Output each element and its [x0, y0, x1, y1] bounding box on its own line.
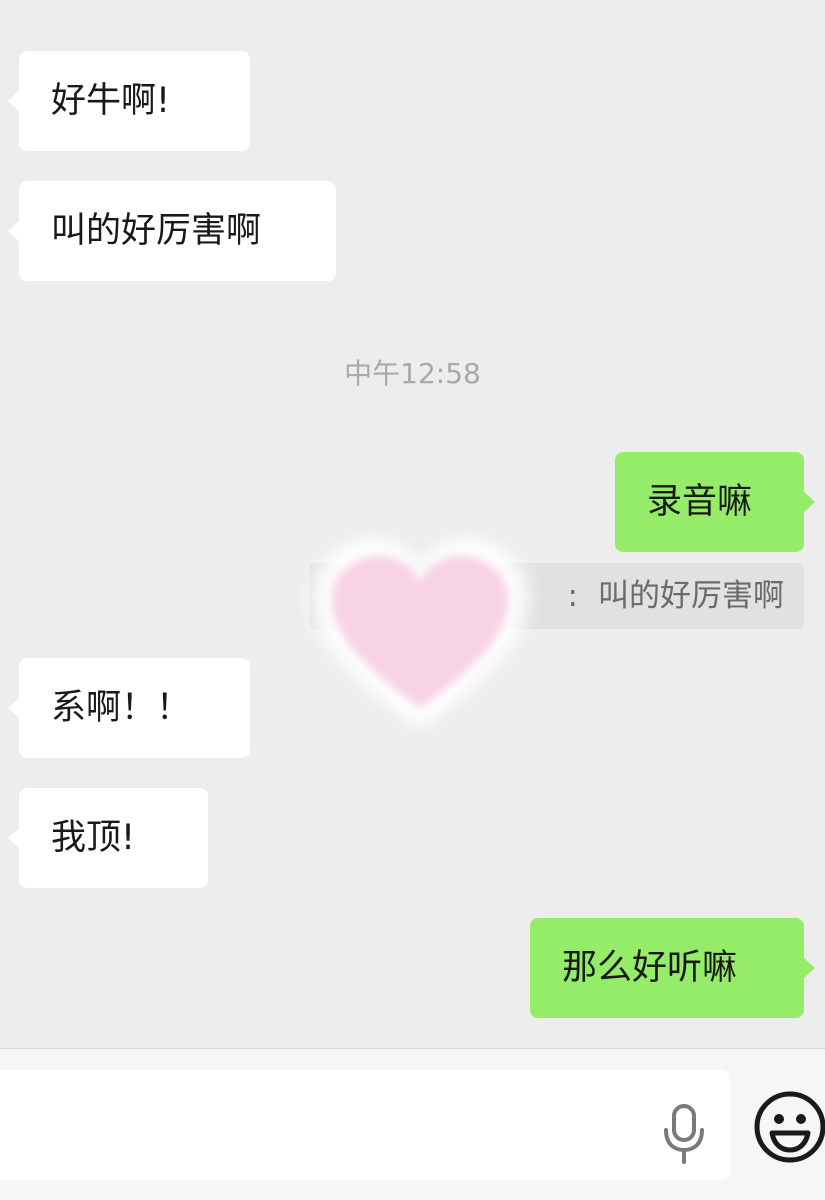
message-text: 我顶!	[51, 818, 136, 858]
message-text-input[interactable]	[0, 1070, 730, 1180]
message-text: 录音嘛	[647, 482, 753, 522]
message-text: 好牛啊!	[51, 81, 171, 121]
outgoing-message-bubble[interactable]: 录音嘛	[615, 452, 815, 552]
incoming-message-bubble[interactable]: 叫的好厉害啊	[8, 181, 336, 281]
incoming-message-bubble[interactable]: 系啊！！	[8, 658, 250, 758]
incoming-message-bubble[interactable]: 我顶!	[8, 788, 208, 888]
heart-icon	[312, 538, 528, 730]
outgoing-message-bubble[interactable]: 那么好听嘛	[530, 918, 815, 1018]
microphone-icon[interactable]	[660, 1104, 708, 1164]
message-text: 系啊！！	[51, 688, 192, 728]
quote-separator: :	[567, 578, 578, 614]
quote-text: 叫的好厉害啊	[598, 578, 784, 614]
incoming-message-bubble[interactable]: 好牛啊!	[8, 51, 250, 151]
smiley-face-icon[interactable]	[752, 1089, 825, 1165]
message-input-bar	[0, 1048, 825, 1200]
message-text: 叫的好厉害啊	[51, 211, 262, 251]
chat-message-list[interactable]: 好牛啊! 叫的好厉害啊 中午12:58 录音嘛 :叫的好厉害啊 系啊！！ 我顶	[0, 0, 825, 1048]
message-text: 那么好听嘛	[562, 948, 738, 988]
message-timestamp: 中午12:58	[344, 357, 481, 390]
heart-sticker[interactable]	[300, 520, 540, 745]
